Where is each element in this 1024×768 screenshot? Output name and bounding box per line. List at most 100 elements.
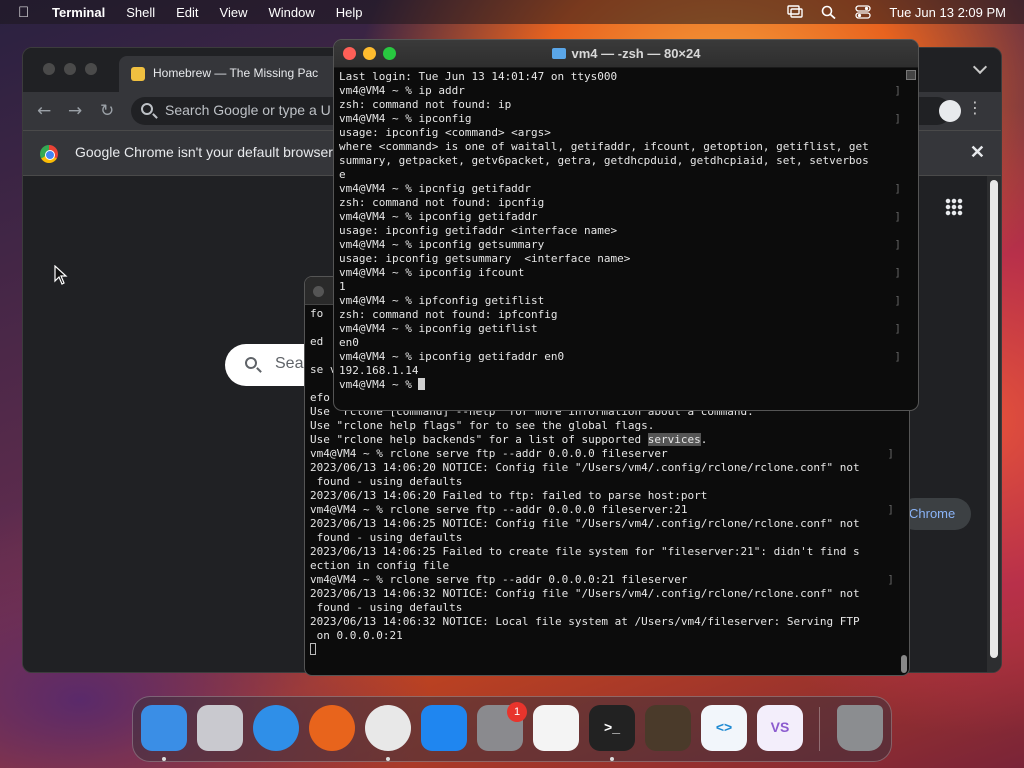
terminal-line: 1 (339, 280, 346, 293)
terminal-back-line: on 0.0.0.0:21 (310, 629, 403, 642)
dock-separator (819, 707, 820, 751)
terminal-line: zsh: command not found: ipfconfig (339, 308, 558, 321)
terminal-back-line: vm4@VM4 ~ % rclone serve ftp --addr 0.0.… (310, 573, 894, 586)
control-center-icon[interactable] (855, 5, 872, 19)
dock-running-indicator (162, 757, 166, 761)
back-arrow-icon[interactable]: ← (37, 101, 51, 121)
menu-shell[interactable]: Shell (126, 5, 155, 20)
omnibox-search-icon (141, 103, 153, 115)
dock-chrome-icon[interactable] (365, 705, 411, 751)
terminal-zoom-button[interactable] (383, 47, 396, 60)
terminal-back-line: found - using defaults (310, 531, 463, 544)
terminal-back-scrollbar[interactable] (901, 655, 907, 673)
spotlight-search-icon[interactable] (821, 5, 837, 20)
dock-launchpad-icon[interactable] (197, 705, 243, 751)
terminal-line: usage: ipconfig getifaddr <interface nam… (339, 224, 618, 237)
dock: >_ <> VS 1 (132, 696, 892, 762)
dock-trash-icon[interactable] (837, 705, 883, 751)
terminal-front-titlebar[interactable]: vm4 — -zsh — 80×24 (334, 40, 918, 68)
terminal-scroll-cap (906, 70, 916, 80)
chrome-scrollbar-thumb[interactable] (990, 180, 998, 658)
dock-garageband-icon[interactable] (645, 705, 691, 751)
dock-vscode-icon[interactable]: <> (701, 705, 747, 751)
menu-clock[interactable]: Tue Jun 13 2:09 PM (889, 5, 1006, 20)
terminal-minimize-button[interactable] (363, 47, 376, 60)
text-cursor (310, 643, 316, 655)
terminal-line: vm4@VM4 ~ % ip addr] (339, 84, 901, 97)
terminal-back-line: 2023/06/13 14:06:20 NOTICE: Config file … (310, 461, 860, 474)
menu-app-name[interactable]: Terminal (52, 5, 105, 20)
chrome-minimize-button[interactable] (64, 63, 76, 75)
dock-running-indicator (386, 757, 390, 761)
chrome-window-controls (43, 63, 97, 75)
terminal-prompt-line[interactable]: vm4@VM4 ~ % (339, 378, 907, 392)
dock-safari-icon[interactable] (253, 705, 299, 751)
chrome-logo-icon (40, 145, 58, 163)
terminal-back-cursor-line[interactable] (310, 643, 900, 657)
menu-edit[interactable]: Edit (176, 5, 198, 20)
dock-firefox-icon[interactable] (309, 705, 355, 751)
terminal-line: usage: ipconfig getsummary <interface na… (339, 252, 631, 265)
apple-menu-icon[interactable]:  (18, 4, 36, 21)
terminal-back-line: 2023/06/13 14:06:25 Failed to create fil… (310, 545, 860, 558)
chrome-close-button[interactable] (43, 63, 55, 75)
terminal-front-scrollbar[interactable] (906, 70, 916, 408)
menu-window[interactable]: Window (269, 5, 315, 20)
text-cursor (418, 378, 426, 390)
dock-visual-studio-icon[interactable]: VS (757, 705, 803, 751)
set-default-label: Chrome (909, 506, 956, 521)
terminal-back-line: ection in config file (310, 559, 450, 572)
tab-search-chevron-icon[interactable] (972, 59, 988, 75)
dock-app-store-icon[interactable] (421, 705, 467, 751)
chrome-zoom-button[interactable] (85, 63, 97, 75)
google-search-icon (245, 357, 257, 369)
dock-terminal-icon[interactable]: >_ (589, 705, 635, 751)
terminal-line: zsh: command not found: ip (339, 98, 512, 111)
terminal-line: vm4@VM4 ~ % ipconfig getifaddr] (339, 210, 901, 223)
settings-notification-badge: 1 (507, 702, 527, 722)
terminal-line: vm4@VM4 ~ % ipconfig] (339, 112, 901, 125)
homebrew-favicon-icon (131, 67, 145, 81)
terminal-line: vm4@VM4 ~ % ipconfig getifaddr en0] (339, 350, 901, 363)
infobar-message: Google Chrome isn't your default browser (75, 144, 333, 160)
omnibox-placeholder: Search Google or type a U (165, 102, 331, 118)
chrome-scrollbar[interactable] (987, 176, 1001, 672)
dock-running-indicator (610, 757, 614, 761)
terminal-back-line: Use "rclone help flags" for to see the g… (310, 419, 655, 432)
terminal-line: vm4@VM4 ~ % ipconfig getiflist] (339, 322, 901, 335)
menu-view[interactable]: View (220, 5, 248, 20)
terminal-back-line: vm4@VM4 ~ % rclone serve ftp --addr 0.0.… (310, 503, 894, 516)
terminal-line: Last login: Tue Jun 13 14:01:47 on ttys0… (339, 70, 618, 83)
profile-avatar-icon[interactable] (939, 100, 961, 122)
terminal-line: usage: ipconfig <command> <args> (339, 126, 551, 139)
dock-textedit-icon[interactable] (533, 705, 579, 751)
terminal-back-line: found - using defaults (310, 601, 463, 614)
terminal-window-front[interactable]: vm4 — -zsh — 80×24 Last login: Tue Jun 1… (333, 39, 919, 411)
terminal-line: vm4@VM4 ~ % ipconfig ifcount] (339, 266, 901, 279)
mouse-pointer-icon (54, 265, 68, 285)
screen-mirroring-icon[interactable] (787, 5, 804, 19)
terminal-back-line: Use "rclone help backends" for a list of… (310, 433, 708, 446)
terminal-back-close-button[interactable] (313, 286, 324, 297)
terminal-back-line: 2023/06/13 14:06:20 Failed to ftp: faile… (310, 489, 708, 502)
reload-icon[interactable]: ↻ (100, 101, 114, 121)
terminal-line: en0 (339, 336, 359, 349)
terminal-back-line: 2023/06/13 14:06:25 NOTICE: Config file … (310, 517, 860, 530)
chrome-menu-icon[interactable]: ⋮ (967, 98, 983, 117)
google-apps-icon[interactable] (945, 198, 963, 216)
terminal-line: vm4@VM4 ~ % ipcnfig getifaddr] (339, 182, 901, 195)
infobar-close-icon[interactable]: ✕ (970, 142, 985, 163)
terminal-title: vm4 — -zsh — 80×24 (571, 46, 701, 61)
forward-arrow-icon[interactable]: → (68, 101, 82, 121)
terminal-front-output[interactable]: Last login: Tue Jun 13 14:01:47 on ttys0… (339, 70, 907, 392)
terminal-line: vm4@VM4 ~ % ipconfig getsummary] (339, 238, 901, 251)
menu-help[interactable]: Help (336, 5, 363, 20)
menu-bar:  Terminal Shell Edit View Window Help T… (0, 0, 1024, 24)
terminal-line: vm4@VM4 ~ % ipfconfig getiflist] (339, 294, 901, 307)
terminal-back-line: 2023/06/13 14:06:32 NOTICE: Local file s… (310, 615, 860, 628)
dock-finder-icon[interactable] (141, 705, 187, 751)
terminal-close-button[interactable] (343, 47, 356, 60)
google-search-placeholder: Sea (275, 355, 304, 372)
terminal-line: summary, getpacket, getv6packet, getra, … (339, 154, 869, 167)
folder-icon (551, 48, 566, 59)
